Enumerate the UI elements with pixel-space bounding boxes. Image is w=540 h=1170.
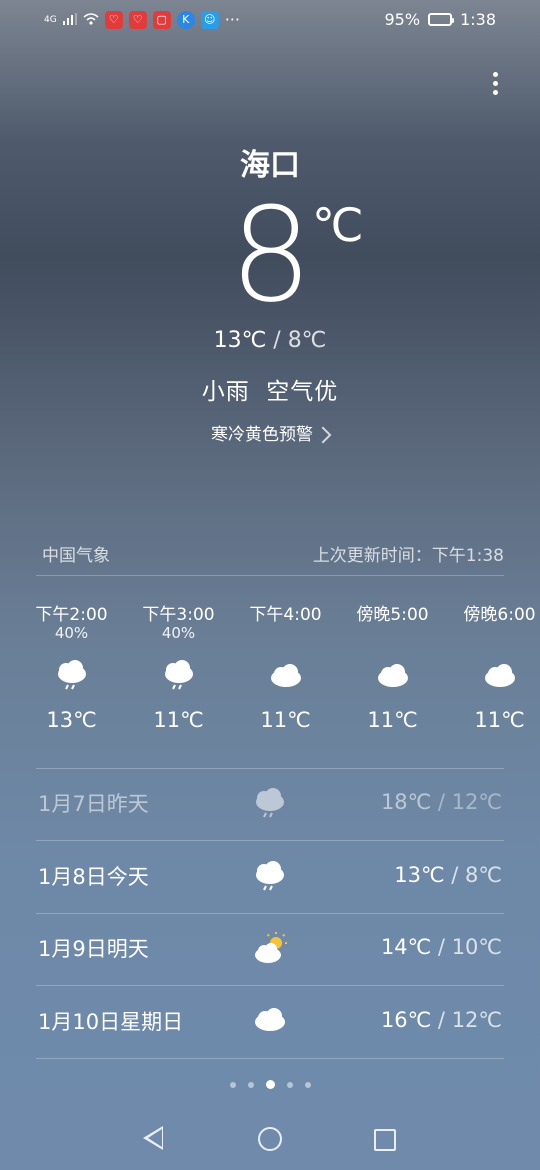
day-range: 14℃ / 10℃	[381, 935, 502, 959]
range-separator: /	[444, 863, 466, 887]
current-temp-value: 8	[229, 179, 313, 331]
cloud-icon	[232, 648, 339, 702]
hour-precip	[232, 624, 339, 648]
recent-apps-icon[interactable]	[374, 1129, 396, 1151]
hourly-item: 傍晚6:00 11℃	[446, 600, 540, 732]
day-range: 16℃ / 12℃	[381, 1008, 502, 1032]
hour-temp: 11℃	[367, 708, 418, 732]
day-low: 8℃	[465, 863, 502, 887]
warning-label: 寒冷黄色预警	[211, 425, 313, 445]
page-indicator[interactable]	[0, 1080, 540, 1089]
range-separator: /	[431, 1008, 452, 1032]
divider	[36, 1058, 504, 1059]
partly-sunny-icon	[252, 931, 290, 969]
hourly-item: 下午4:00 11℃	[232, 600, 339, 732]
day-range: 18℃ / 12℃	[381, 790, 502, 814]
temp-unit: ℃	[312, 198, 364, 252]
range-separator: /	[431, 935, 452, 959]
wifi-icon	[83, 10, 99, 29]
day-high: 18℃	[380, 790, 432, 814]
rain-cloud-icon	[252, 786, 288, 824]
hour-precip: 40%	[161, 624, 196, 642]
page-dot-active[interactable]	[265, 1080, 275, 1089]
signal-icon	[62, 10, 77, 29]
hourly-item: 下午3:00 40% 11℃	[125, 600, 232, 732]
cloud-icon	[446, 648, 540, 702]
daily-row[interactable]: 1月8日今天 13℃ / 8℃	[36, 841, 504, 913]
day-range: 13℃ / 8℃	[394, 863, 502, 887]
hourly-forecast[interactable]: 下午2:00 40% 13℃ 下午3:00 40% 11℃ 下午4:00 11℃…	[18, 600, 540, 732]
day-low: 10℃	[451, 935, 502, 959]
daily-row[interactable]: 1月10日星期日 16℃ / 12℃	[36, 986, 504, 1058]
day-low: 12℃	[451, 1008, 502, 1032]
rain-cloud-icon	[18, 648, 125, 702]
hour-time: 下午2:00	[35, 605, 108, 625]
home-icon[interactable]	[258, 1127, 282, 1151]
day-high: 14℃	[380, 935, 432, 959]
day-date: 1月7日昨天	[38, 792, 149, 816]
hour-precip	[446, 624, 540, 648]
today-high: 13℃	[213, 328, 267, 353]
clock: 1:38	[460, 10, 496, 29]
cloud-icon	[339, 648, 446, 702]
hour-temp: 11℃	[260, 708, 311, 732]
day-high: 16℃	[380, 1008, 432, 1032]
status-bar: 4G ♡ ♡ ▢ K ☺ ··· 95% 1:38	[0, 0, 540, 40]
hour-temp: 11℃	[474, 708, 525, 732]
battery-percent: 95%	[384, 10, 421, 29]
current-temperature: 8	[0, 190, 540, 320]
hour-precip	[339, 624, 446, 648]
chevron-right-icon	[314, 426, 332, 444]
page-dot[interactable]	[304, 1081, 311, 1088]
weather-warning[interactable]: 寒冷黄色预警	[0, 420, 540, 445]
app-badge-icon: ☺	[200, 10, 219, 29]
app-badge-icon: ▢	[152, 10, 171, 29]
hourly-item: 傍晚5:00 11℃	[339, 600, 446, 732]
hour-temp: 13℃	[46, 708, 97, 732]
more-notifications-icon: ···	[224, 10, 240, 29]
hour-time: 傍晚5:00	[356, 605, 429, 625]
rain-cloud-icon	[125, 648, 232, 702]
network-label: 4G	[44, 14, 57, 25]
app-badge-icon: ♡	[128, 10, 147, 29]
range-separator: /	[431, 790, 452, 814]
app-badge-icon: ♡	[104, 10, 123, 29]
battery-icon	[428, 13, 455, 26]
data-source: 中国气象	[42, 546, 110, 566]
hour-precip: 40%	[54, 624, 89, 642]
app-badge-icon: K	[176, 10, 195, 29]
cloud-icon	[252, 1004, 288, 1038]
rain-cloud-icon	[252, 859, 288, 897]
back-icon[interactable]	[143, 1126, 163, 1150]
day-low: 12℃	[451, 790, 502, 814]
divider	[36, 575, 504, 576]
hour-time: 下午4:00	[249, 605, 322, 625]
day-date: 1月10日星期日	[38, 1010, 184, 1034]
hour-temp: 11℃	[153, 708, 204, 732]
today-low: 8℃	[287, 328, 327, 353]
hourly-item: 下午2:00 40% 13℃	[18, 600, 125, 732]
day-high: 13℃	[394, 863, 445, 887]
page-dot[interactable]	[229, 1081, 236, 1088]
page-dot[interactable]	[247, 1081, 254, 1088]
hour-time: 下午3:00	[142, 605, 215, 625]
daily-row[interactable]: 1月9日明天 14℃ / 10℃	[36, 913, 504, 985]
today-range: 13℃ / 8℃	[0, 328, 540, 353]
range-separator: /	[266, 328, 288, 353]
hour-time: 傍晚6:00	[463, 605, 536, 625]
day-date: 1月8日今天	[38, 865, 149, 889]
condition-text: 小雨 空气优	[201, 379, 339, 405]
page-dot[interactable]	[286, 1081, 293, 1088]
update-time: 上次更新时间：下午1:38	[312, 546, 504, 566]
system-nav-bar	[0, 1120, 540, 1160]
more-menu-icon[interactable]	[485, 68, 505, 100]
city-name[interactable]: 海口	[0, 140, 540, 184]
day-date: 1月9日明天	[38, 937, 149, 961]
daily-row[interactable]: 1月7日昨天 18℃ / 12℃	[36, 768, 504, 840]
